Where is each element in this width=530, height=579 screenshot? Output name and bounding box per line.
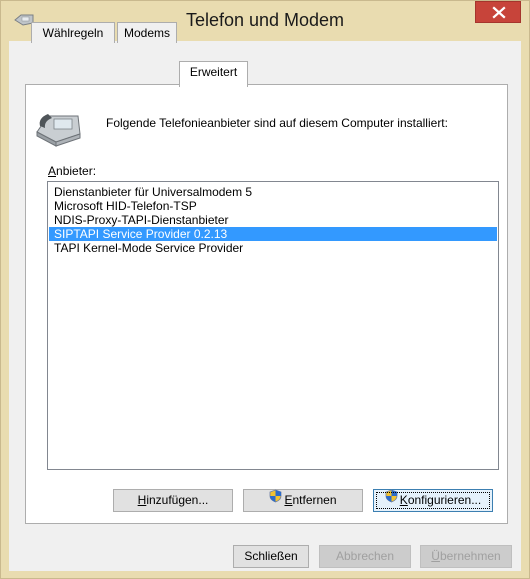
tab-erweitert[interactable]: Erweitert (179, 61, 248, 87)
list-item-selected[interactable]: SIPTAPI Service Provider 0.2.13 (49, 227, 497, 241)
list-item[interactable]: Microsoft HID-Telefon-TSP (54, 199, 492, 213)
close-button[interactable] (475, 1, 521, 23)
focus-indicator (376, 492, 490, 509)
provider-listbox[interactable]: Dienstanbieter für Universalmodem 5 Micr… (47, 181, 499, 470)
configure-button[interactable]: Konfigurieren... (373, 489, 493, 512)
window-frame (1, 570, 529, 578)
phone-icon (34, 108, 84, 148)
shield-icon (269, 489, 282, 510)
list-item[interactable]: NDIS-Proxy-TAPI-Dienstanbieter (54, 213, 492, 227)
info-text: Folgende Telefonieanbieter sind auf dies… (106, 116, 448, 130)
remove-button[interactable]: Entfernen (243, 489, 363, 512)
close-dialog-button[interactable]: Schließen (233, 545, 309, 568)
tab-modems[interactable]: Modems (117, 22, 177, 43)
list-item[interactable]: TAPI Kernel-Mode Service Provider (54, 241, 492, 255)
window-frame (521, 41, 529, 572)
close-icon (492, 6, 506, 19)
apply-button[interactable]: Übernehmen (420, 545, 512, 568)
add-button[interactable]: Hinzufügen... (113, 489, 233, 512)
tab-waehlregeln[interactable]: Wählregeln (31, 22, 115, 43)
window-frame (1, 41, 9, 572)
list-item[interactable]: Dienstanbieter für Universalmodem 5 (54, 185, 492, 199)
providers-label: Anbieter: (48, 164, 97, 178)
cancel-button[interactable]: Abbrechen (319, 545, 411, 568)
